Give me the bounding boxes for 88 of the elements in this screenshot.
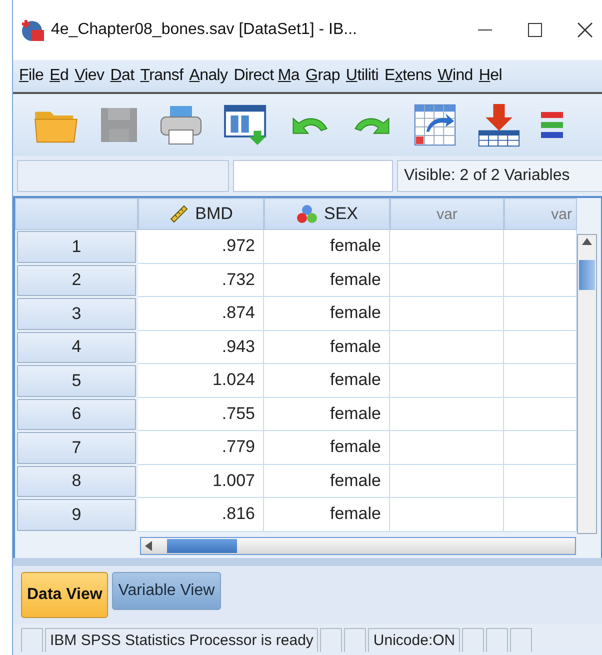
menu-item[interactable]: File bbox=[19, 67, 44, 85]
app-icon bbox=[21, 18, 45, 42]
status-text: IBM SPSS Statistics Processor is ready bbox=[45, 628, 318, 652]
row-number[interactable]: 8 bbox=[17, 466, 136, 497]
row-number[interactable]: 2 bbox=[17, 264, 136, 296]
insert-row-icon[interactable] bbox=[477, 102, 521, 148]
table-cell[interactable]: female bbox=[264, 330, 390, 364]
cell-value-field[interactable] bbox=[233, 160, 393, 192]
maximize-icon[interactable] bbox=[527, 22, 543, 38]
table-cell[interactable] bbox=[390, 264, 504, 297]
menu-item[interactable]: Grap bbox=[306, 67, 340, 85]
status-cell bbox=[462, 628, 484, 652]
table-cell[interactable] bbox=[504, 398, 577, 431]
menu-item[interactable]: Wind bbox=[438, 67, 473, 85]
scroll-left-icon[interactable] bbox=[145, 540, 153, 550]
printer-icon[interactable] bbox=[159, 104, 203, 146]
table-cell[interactable]: female bbox=[264, 498, 390, 532]
table-cell[interactable]: female bbox=[264, 230, 390, 264]
table-cell[interactable] bbox=[390, 230, 504, 264]
status-cell bbox=[510, 628, 532, 652]
horizontal-scrollbar[interactable] bbox=[140, 536, 576, 554]
table-cell[interactable]: .816 bbox=[138, 498, 264, 532]
cell-name-field[interactable] bbox=[17, 160, 229, 192]
view-tab[interactable]: Data View bbox=[21, 572, 108, 618]
table-cell[interactable]: female bbox=[264, 364, 390, 398]
table-cell[interactable] bbox=[504, 230, 577, 264]
table-cell[interactable]: .779 bbox=[138, 431, 264, 464]
table-cell[interactable] bbox=[390, 330, 504, 364]
window-title: 4e_Chapter08_bones.sav [DataSet1] - IB... bbox=[51, 21, 357, 39]
status-cell bbox=[21, 628, 43, 652]
table-cell[interactable] bbox=[504, 330, 577, 364]
table-cell[interactable]: female bbox=[264, 297, 390, 330]
table-cell[interactable]: .755 bbox=[138, 398, 264, 431]
circles-icon bbox=[296, 204, 318, 224]
table-cell[interactable] bbox=[390, 297, 504, 330]
scroll-thumb[interactable] bbox=[167, 538, 237, 552]
table-cell[interactable] bbox=[390, 364, 504, 398]
status-cell bbox=[320, 628, 342, 652]
ruler-icon bbox=[169, 204, 190, 224]
table-cell[interactable]: .732 bbox=[138, 264, 264, 297]
menu-item[interactable]: Viev bbox=[74, 67, 104, 85]
row-number[interactable]: 3 bbox=[17, 298, 136, 330]
menu-item[interactable]: Analy bbox=[189, 67, 228, 85]
table-cell[interactable]: 1.024 bbox=[138, 364, 264, 398]
menu-item[interactable]: Hel bbox=[478, 67, 502, 85]
row-number[interactable]: 1 bbox=[17, 231, 136, 262]
status-cell bbox=[486, 628, 508, 652]
menu-item[interactable]: Direct Ma bbox=[234, 67, 300, 85]
table-cell[interactable]: .943 bbox=[138, 330, 264, 364]
table-cell[interactable]: female bbox=[264, 464, 390, 498]
row-number[interactable]: 7 bbox=[17, 432, 136, 464]
table-arrow-icon[interactable] bbox=[413, 103, 457, 147]
scroll-thumb[interactable] bbox=[579, 260, 595, 290]
visible-variables-label: Visible: 2 of 2 Variables bbox=[397, 160, 602, 192]
menu-item[interactable]: Transf bbox=[140, 67, 184, 85]
table-cell[interactable]: female bbox=[264, 431, 390, 464]
vertical-scrollbar[interactable] bbox=[577, 234, 597, 534]
table-cell[interactable] bbox=[504, 498, 577, 532]
table-cell[interactable]: female bbox=[264, 264, 390, 297]
table-cell[interactable] bbox=[390, 398, 504, 431]
table-cell[interactable] bbox=[390, 431, 504, 464]
column-header[interactable]: SEX bbox=[264, 198, 390, 230]
table-cell[interactable]: 1.007 bbox=[138, 464, 264, 498]
table-cell[interactable] bbox=[504, 431, 577, 464]
table-cell[interactable] bbox=[504, 364, 577, 398]
menu-item[interactable]: Ed bbox=[50, 67, 69, 85]
dialog-icon[interactable] bbox=[223, 104, 269, 146]
menu-item[interactable]: Extens bbox=[384, 67, 432, 85]
table-cell[interactable] bbox=[390, 464, 504, 498]
menu-item[interactable]: Dat bbox=[110, 67, 134, 85]
row-number[interactable]: 6 bbox=[17, 398, 136, 430]
view-tab[interactable]: Variable View bbox=[112, 572, 221, 610]
table-cell[interactable]: female bbox=[264, 398, 390, 431]
table-cell[interactable] bbox=[504, 264, 577, 297]
table-cell[interactable] bbox=[390, 498, 504, 532]
table-cell[interactable] bbox=[504, 297, 577, 330]
row-number[interactable]: 9 bbox=[17, 499, 136, 530]
table-cell[interactable] bbox=[504, 464, 577, 498]
column-header[interactable]: BMD bbox=[138, 198, 264, 230]
menu-item[interactable]: Utiliti bbox=[346, 67, 378, 85]
scroll-up-icon[interactable] bbox=[582, 238, 592, 246]
close-icon[interactable] bbox=[577, 22, 593, 38]
row-number[interactable]: 4 bbox=[17, 332, 136, 363]
table-cell[interactable]: .874 bbox=[138, 297, 264, 330]
status-cell bbox=[344, 628, 366, 652]
status-text: Unicode:ON bbox=[368, 628, 460, 652]
table-cell[interactable]: .972 bbox=[138, 230, 264, 264]
row-number[interactable]: 5 bbox=[17, 365, 136, 396]
